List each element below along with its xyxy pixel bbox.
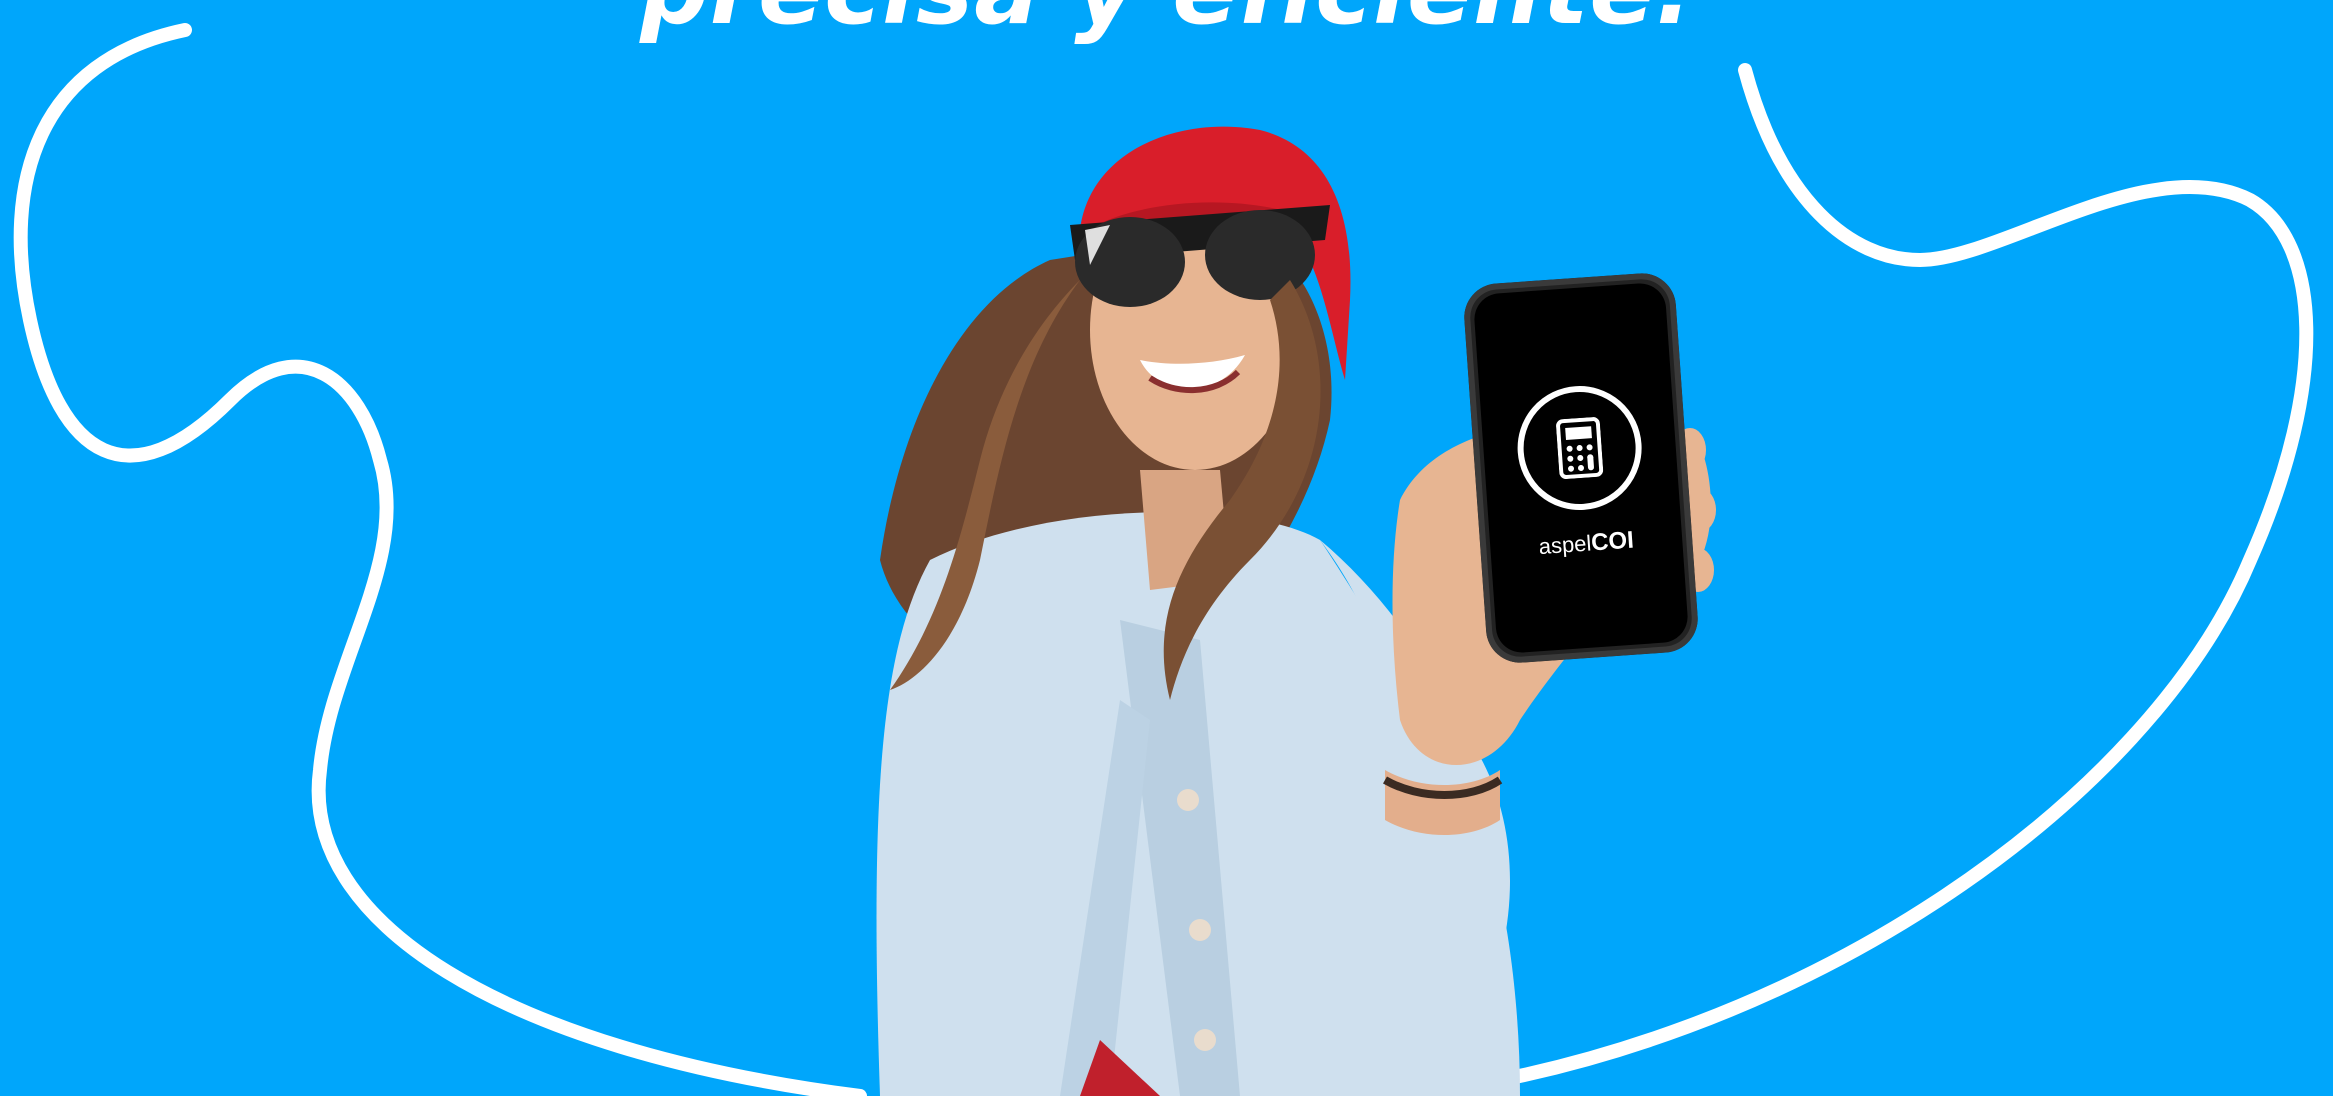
calculator-icon: [1556, 417, 1604, 480]
phone-screen: aspelCOI: [1472, 281, 1690, 655]
app-brand-label: aspelCOI: [1490, 523, 1683, 564]
brand-name: COI: [1590, 526, 1635, 557]
hero-banner: precisa y eficiente.: [0, 0, 2333, 1096]
app-icon-ring: [1513, 381, 1646, 515]
smartphone: aspelCOI: [1462, 271, 1700, 665]
woman-photo: [876, 126, 1716, 1096]
brand-prefix: aspel: [1537, 530, 1593, 560]
